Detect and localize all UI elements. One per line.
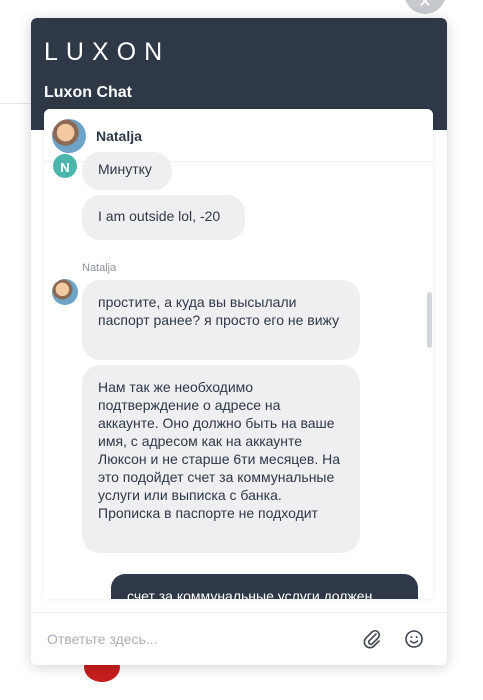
message-sender-label: Natalja: [82, 262, 117, 274]
avatar: N: [53, 154, 77, 178]
reply-input[interactable]: Ответьте здесь...: [47, 627, 347, 651]
chat-widget: LUXON Luxon Chat Natalja N Минутку I am …: [31, 18, 447, 665]
scrollbar[interactable]: [427, 292, 432, 348]
conversation-panel: Natalja N Минутку I am outside lol, -20 …: [44, 109, 433, 599]
message-bubble: I am outside lol, -20: [82, 195, 245, 240]
paperclip-icon[interactable]: [361, 627, 383, 651]
composer: Ответьте здесь...: [31, 612, 447, 665]
smiley-icon[interactable]: [403, 627, 425, 651]
chat-title: Luxon Chat: [44, 84, 132, 101]
message-bubble: простите, а куда вы высылали паспорт ран…: [82, 280, 360, 360]
agent-name: Natalja: [96, 128, 142, 144]
agent-avatar: [52, 119, 86, 153]
user-message-bubble: счет за коммунальные услуги должен: [111, 574, 418, 599]
message-list[interactable]: N Минутку I am outside lol, -20 Natalja …: [44, 152, 433, 599]
avatar: [52, 279, 78, 305]
close-chat-button[interactable]: ✕: [404, 0, 446, 14]
luxon-logo: LUXON: [44, 38, 171, 66]
message-bubble: Минутку: [82, 152, 172, 190]
background-divider: [0, 103, 32, 104]
message-bubble: Нам так же необходимо подтверждение о ад…: [82, 365, 360, 553]
